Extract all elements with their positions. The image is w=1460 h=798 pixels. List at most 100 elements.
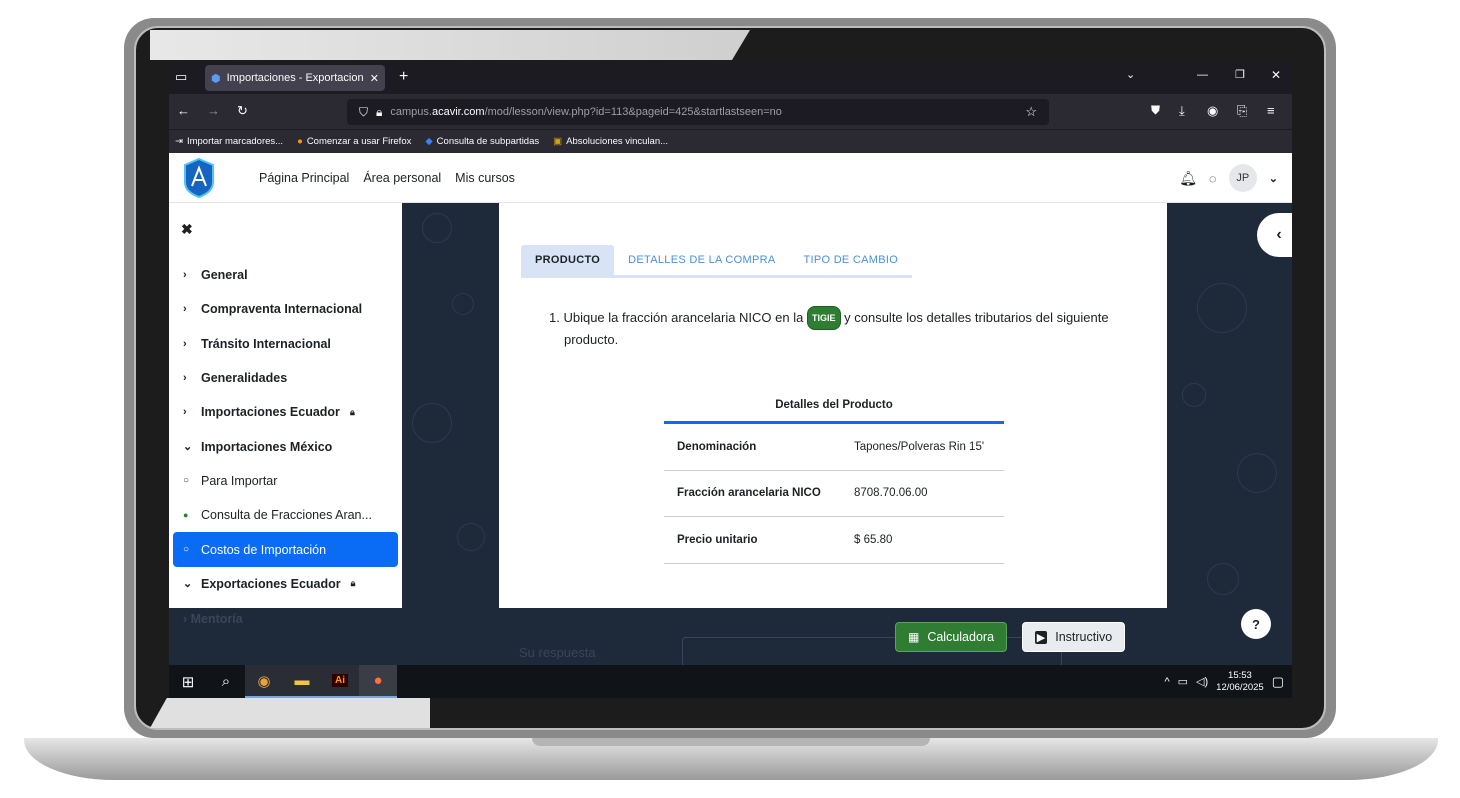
nav-home-link[interactable]: Página Principal [259,171,349,185]
sidebar-item-mentoria[interactable]: › Mentoría [183,612,243,626]
sidebar-item-label: Generalidades [201,371,288,386]
search-icon[interactable]: ⌕ [207,665,245,698]
chevron-down-icon[interactable]: ⌄ [1126,68,1135,81]
menu-icon[interactable]: ≡ [1267,103,1275,118]
volume-icon[interactable]: ◁) [1196,675,1208,688]
tab-producto[interactable]: PRODUCTO [521,245,615,275]
pattern-shape [1197,283,1247,333]
nav-dashboard-link[interactable]: Área personal [363,171,441,185]
row-label: Fracción arancelaria NICO [677,487,821,500]
bookmark-label: Comenzar a usar Firefox [306,136,412,147]
bookmarks-bar: ⇥ Importar marcadores... ● Comenzar a usar… [169,129,1292,153]
bookmark-absoluciones[interactable]: ▣ Absoluciones vinculan... [553,136,668,147]
bell-icon[interactable]: 🔔︎ [1179,170,1197,187]
sidebar-item-2[interactable]: › Tránsito Internacional [173,327,398,361]
calculator-icon: ▦ [907,630,920,644]
table-title: Detalles del Producto [664,399,1004,424]
calculator-button[interactable]: ▦ Calculadora [895,622,1007,652]
bookmark-label: Absoluciones vinculan... [566,136,669,147]
illustrator-icon[interactable]: Ai [321,665,359,698]
chevron-icon: › [183,406,187,419]
completion-status-icon: ● [183,510,189,521]
tab-detalles-compra[interactable]: DETALLES DE LA COMPRA [614,245,789,275]
instructive-button[interactable]: ▶ Instructivo [1022,622,1125,652]
help-button[interactable]: ? [1241,609,1271,639]
bookmark-import[interactable]: ⇥ Importar marcadores... [175,136,283,147]
background-pattern-right [1167,203,1292,665]
restore-icon[interactable]: ❐ [1235,68,1245,81]
chevron-icon: ⌄ [183,578,193,591]
video-icon: ▶ [1034,630,1048,644]
sidebar-item-3[interactable]: › Generalidades [173,361,398,395]
pocket-icon[interactable]: ⛊ [1151,103,1160,118]
tab-tipo-cambio[interactable]: TIPO DE CAMBIO [789,245,912,275]
screen: ▭ ⬢ Importaciones - Exportaciones: ✕ + ⌄… [169,61,1292,698]
lock-icon[interactable]: 🔒︎ [376,105,382,120]
file-explorer-icon[interactable]: ▬ [283,665,321,698]
sidebar-item-8[interactable]: ○ Costos de Importación [173,532,398,567]
calculator-label: Calculadora [927,630,995,644]
site-navbar: Página Principal Área personal Mis curso… [169,153,1292,203]
sidebar-item-1[interactable]: › Compraventa Internacional [173,292,398,326]
shield-icon[interactable]: ⛉ [359,105,368,120]
browser-tab-active[interactable]: ⬢ Importaciones - Exportaciones: ✕ [205,65,385,91]
sidebar-item-label: Mentoría [190,612,243,626]
close-icon[interactable]: ✖ [181,221,193,238]
notification-icon[interactable]: ▢ [1272,674,1284,690]
url-text: campus.acavir.com/mod/lesson/view.php?id… [390,106,781,118]
close-tab-icon[interactable]: ✕ [370,72,379,85]
instruction-text: 1. Ubique la fracción arancelaria NICO e… [549,306,1139,350]
url-path: /mod/lesson/view.php?id=113&pageid=425&s… [484,106,782,118]
sidebar-item-label: Exportaciones Ecuador [201,576,341,591]
pattern-shape [412,403,452,443]
sidebar-item-7[interactable]: ● Consulta de Fracciones Aran... [173,498,398,532]
sidebar-item-label: Para Importar [201,473,278,488]
firefox-icon: ● [297,136,303,147]
bookmark-star-icon[interactable]: ☆ [1025,104,1037,120]
chevron-up-icon[interactable]: ^ [1164,676,1169,688]
bezel-reflection-bottom [150,698,430,728]
avatar[interactable]: JP [1228,164,1257,192]
tigie-badge[interactable]: TIGIE [806,306,841,330]
bookmark-firefox[interactable]: ● Comenzar a usar Firefox [297,136,411,147]
clock-date: 12/06/2025 [1216,681,1264,693]
chevron-down-icon[interactable]: ⌄ [1269,172,1278,185]
sidebar-item-label: Costos de Importación [201,542,327,557]
windows-start-icon[interactable]: ⊞ [169,665,207,698]
clock[interactable]: 15:53 12/06/2025 [1216,670,1264,694]
pattern-shape [1237,453,1277,493]
row-label: Precio unitario [677,533,758,546]
back-icon[interactable]: ← [177,103,190,118]
bookmark-subpartidas[interactable]: ◆ Consulta de subpartidas [425,136,539,147]
new-tab-icon[interactable]: + [399,68,408,86]
sidebar-item-9[interactable]: ⌄ Exportaciones Ecuador 🔒︎ [173,567,398,601]
windows-taskbar: ⊞ ⌕ ◉ ▬ Ai ● ^ ▭ ◁) 15:53 12/06/2025 ▢ [169,665,1292,698]
message-icon[interactable]: ◌ [1209,171,1217,186]
account-icon[interactable]: ◉ [1207,103,1218,119]
tab-list-icon[interactable]: ▭ [175,69,187,85]
clock-time: 15:53 [1228,669,1252,681]
forward-icon[interactable]: → [207,103,220,118]
reload-icon[interactable]: ↻ [237,103,248,119]
sidebar-item-4[interactable]: › Importaciones Ecuador 🔒︎ [173,395,398,429]
close-window-icon[interactable]: ✕ [1271,68,1281,82]
chrome-icon[interactable]: ◉ [245,665,283,698]
course-index-list: › General › Compraventa Internacional › Tráns… [173,258,398,601]
firefox-icon[interactable]: ● [359,665,397,698]
minimize-icon[interactable]: — [1197,69,1208,81]
bookmark-label: Consulta de subpartidas [436,136,540,147]
course-index-drawer: ✖ › General › Compraventa Internacional › Trá… [169,203,402,665]
download-icon[interactable]: ⤓ [1179,103,1185,119]
nav-mycourses-link[interactable]: Mis cursos [455,171,515,185]
row-value: Tapones/Polveras Rin 15' [854,440,985,453]
background-pattern-left [402,203,499,665]
network-icon[interactable]: ▭ [1178,675,1188,688]
url-bar[interactable]: ⛉ 🔒︎ campus.acavir.com/mod/lesson/view.p… [347,99,1049,125]
sidebar-item-5[interactable]: ⌄ Importaciones México [173,429,398,463]
extensions-icon[interactable]: ⎘ [1237,103,1247,119]
diamond-icon: ◆ [425,136,433,147]
sidebar-item-0[interactable]: › General [173,258,398,292]
sidebar-item-6[interactable]: ○ Para Importar [173,464,398,498]
site-logo[interactable] [183,158,215,198]
table-row: Precio unitario $ 65.80 [664,517,1004,564]
